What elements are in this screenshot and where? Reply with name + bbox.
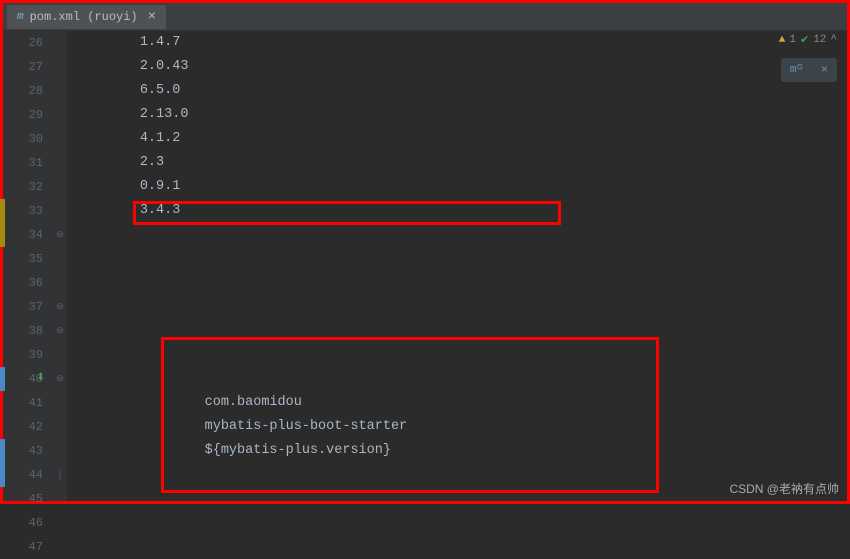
code-line[interactable]: ${mybatis-plus.version} (75, 439, 847, 463)
line-number: 42 (3, 415, 43, 439)
code-line[interactable] (75, 535, 847, 559)
fold-indicator[interactable] (53, 151, 67, 175)
line-number: 35 (3, 247, 43, 271)
watermark: CSDN @老衲有点帅 (729, 480, 839, 497)
fold-indicator[interactable] (53, 391, 67, 415)
code-line[interactable] (75, 343, 847, 367)
line-number: 41 (3, 391, 43, 415)
fold-gutter: ⊖⊖⊖⊖│ (53, 31, 67, 501)
code-line[interactable] (75, 319, 847, 343)
code-line[interactable]: 3.4.3 (75, 199, 847, 223)
fold-indicator[interactable] (53, 271, 67, 295)
fold-indicator[interactable] (53, 127, 67, 151)
fold-indicator[interactable] (53, 247, 67, 271)
editor[interactable]: 262728293031323334353637383940⬇41424344 4… (3, 31, 847, 501)
code-line[interactable] (75, 367, 847, 391)
line-number: 44 (3, 463, 43, 487)
fold-indicator[interactable] (53, 103, 67, 127)
code-line[interactable] (75, 271, 847, 295)
code-line[interactable]: com.baomidou (75, 391, 847, 415)
fold-indicator[interactable] (53, 415, 67, 439)
line-number: 34 (3, 223, 43, 247)
line-number: 28 (3, 79, 43, 103)
code-line[interactable]: 6.5.0 (75, 79, 847, 103)
fold-indicator[interactable] (53, 511, 67, 535)
fold-indicator[interactable] (53, 487, 67, 511)
code-line[interactable]: 4.1.2 (75, 127, 847, 151)
code-line[interactable]: 1.4.7 (75, 31, 847, 55)
line-number: 27 (3, 55, 43, 79)
code-line[interactable] (75, 223, 847, 247)
code-area[interactable]: 1.4.7 2.0.43 6.5.0 2.13.0 4.1.2 2.3 0.9.… (67, 31, 847, 501)
line-number: 31 (3, 151, 43, 175)
code-line[interactable] (75, 511, 847, 535)
tab-bar: m pom.xml (ruoyi) × (3, 3, 847, 31)
fold-indicator[interactable] (53, 199, 67, 223)
line-number: 43 (3, 439, 43, 463)
code-line[interactable]: 0.9.1 (75, 175, 847, 199)
maven-icon: m (17, 11, 24, 23)
fold-indicator[interactable] (53, 79, 67, 103)
line-number: 30 (3, 127, 43, 151)
code-line[interactable]: 2.13.0 (75, 103, 847, 127)
fold-indicator[interactable] (53, 343, 67, 367)
line-number: 40⬇ (3, 367, 43, 391)
line-number-gutter: 262728293031323334353637383940⬇414243444… (3, 31, 53, 501)
close-icon[interactable]: × (144, 9, 156, 25)
code-line[interactable] (75, 295, 847, 319)
line-number: 39 (3, 343, 43, 367)
line-number: 36 (3, 271, 43, 295)
line-number: 47 (3, 535, 43, 559)
code-line[interactable]: 2.3 (75, 151, 847, 175)
line-number: 46 (3, 511, 43, 535)
line-number: 38 (3, 319, 43, 343)
line-number: 37 (3, 295, 43, 319)
fold-indicator[interactable]: ⊖ (53, 223, 67, 247)
line-number: 45 (3, 487, 43, 511)
line-number: 32 (3, 175, 43, 199)
file-tab[interactable]: m pom.xml (ruoyi) × (7, 5, 166, 29)
fold-indicator[interactable]: ⊖ (53, 319, 67, 343)
line-number: 33 (3, 199, 43, 223)
fold-indicator[interactable] (53, 175, 67, 199)
fold-indicator[interactable] (53, 439, 67, 463)
code-line[interactable]: mybatis-plus-boot-starter (75, 415, 847, 439)
tab-label: pom.xml (ruoyi) (30, 10, 138, 24)
fold-indicator[interactable] (53, 535, 67, 559)
fold-indicator[interactable]: ⊖ (53, 367, 67, 391)
fold-indicator[interactable]: ⊖ (53, 295, 67, 319)
fold-indicator[interactable] (53, 55, 67, 79)
code-line[interactable]: 2.0.43 (75, 55, 847, 79)
fold-indicator[interactable]: │ (53, 463, 67, 487)
line-number: 26 (3, 31, 43, 55)
code-line[interactable] (75, 247, 847, 271)
line-number: 29 (3, 103, 43, 127)
fold-indicator[interactable] (53, 31, 67, 55)
